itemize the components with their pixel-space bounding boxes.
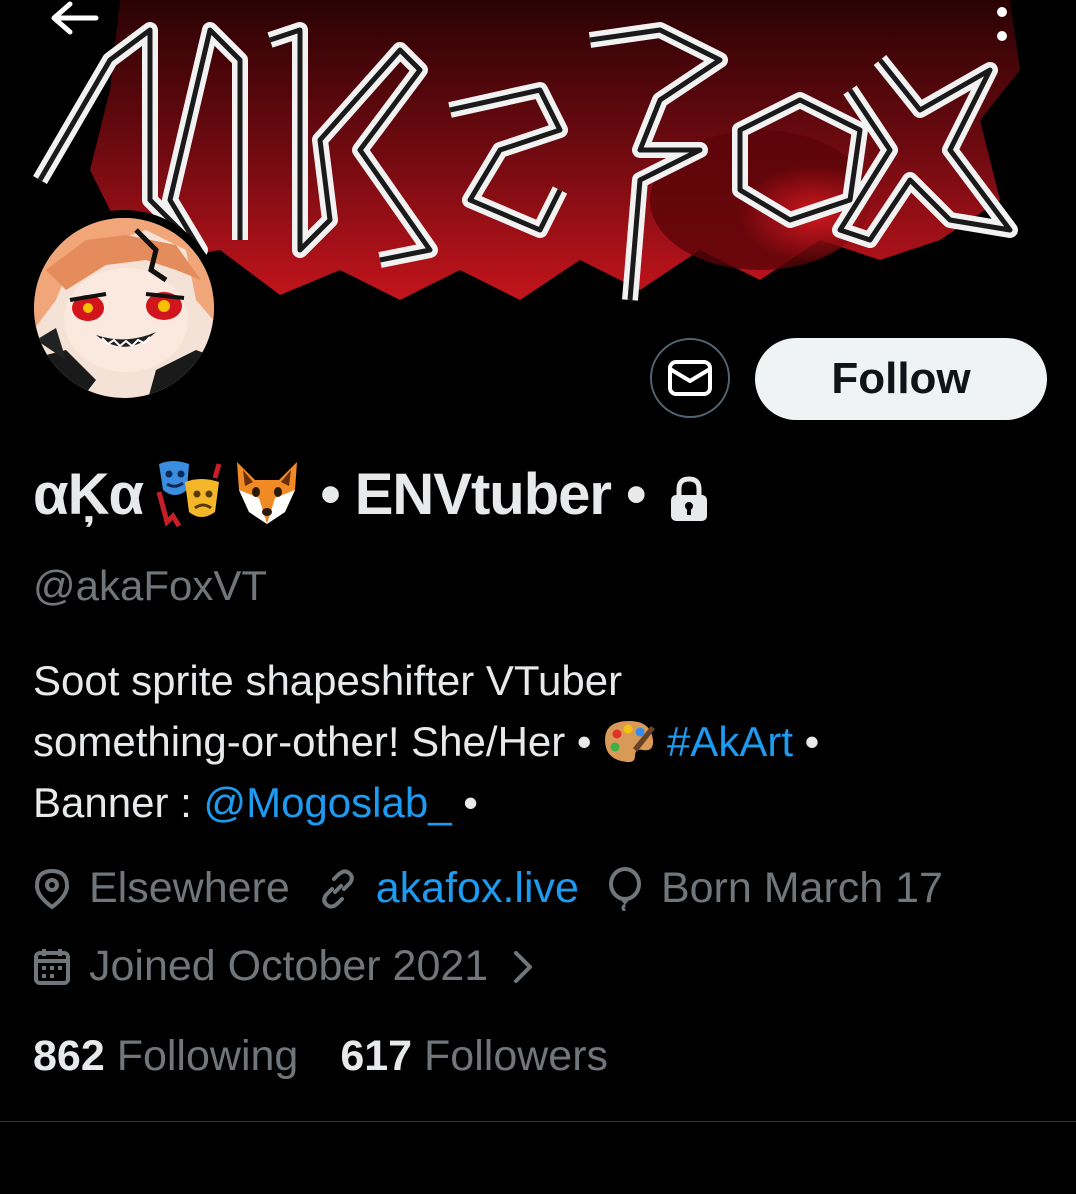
profile-bio: Soot sprite shapeshifter VTuber somethin… [33,650,1043,833]
bio-line-3: Banner : @Mogoslab_ • [33,772,1043,833]
mail-icon [668,360,712,396]
follow-stats: 862 Following 617 Followers [33,1032,650,1081]
mention-mogoslab-link[interactable]: @Mogoslab_ [203,779,451,826]
fox-emoji-icon [229,456,305,532]
location-item: Elsewhere [33,864,290,913]
joined-text: Joined October 2021 [89,942,489,990]
followers-label: Followers [412,1032,609,1080]
calendar-icon [34,948,70,985]
followers-stat[interactable]: 617 Followers [340,1032,608,1081]
location-text: Elsewhere [89,864,290,912]
location-pin-icon [34,868,70,909]
display-name-suffix: • ENVtuber • [305,461,661,527]
hashtag-akart-link[interactable]: #AkArt [667,718,793,765]
more-options-button[interactable] [980,0,1024,48]
website-link[interactable]: akafox.live [376,864,579,913]
followers-count: 617 [340,1032,413,1080]
website-item[interactable]: akafox.live [318,864,579,913]
bio-line-3-text: Banner : [33,779,204,826]
display-name-prefix: αĶα [33,461,144,527]
chevron-right-icon[interactable] [512,949,534,985]
following-stat[interactable]: 862 Following [33,1032,298,1081]
link-icon [322,868,354,909]
balloon-icon [608,866,641,911]
artist-palette-emoji-icon [603,718,656,764]
bio-line-1: Soot sprite shapeshifter VTuber [33,657,623,704]
back-button[interactable] [40,0,110,40]
arrow-left-icon [51,1,99,35]
birthday-item: Born March 17 [607,864,943,913]
user-handle: @akaFoxVT [33,562,268,609]
display-name: αĶα • ENVtuber • [33,452,711,536]
avatar[interactable] [26,210,222,406]
lock-icon [667,470,711,521]
avatar-image [30,214,218,402]
bio-line-2-text: something-or-other! She/Her • [33,718,604,765]
bio-line-2-tail: • [793,718,820,765]
profile-meta-row: Elsewhere akafox.live Born March 17 [33,864,971,913]
following-label: Following [104,1032,299,1080]
bio-line-3-tail: • [451,779,478,826]
performing-arts-emoji-icon [153,456,229,532]
divider [0,1121,1076,1122]
following-count: 862 [33,1032,105,1080]
more-vertical-icon [997,7,1007,41]
joined-item[interactable]: Joined October 2021 [33,942,488,991]
follow-button[interactable]: Follow [755,338,1047,420]
bio-line-2: something-or-other! She/Her • #AkArt • [33,711,1043,772]
message-button[interactable] [650,338,730,418]
birthday-text: Born March 17 [660,864,943,912]
joined-row[interactable]: Joined October 2021 [33,942,534,991]
